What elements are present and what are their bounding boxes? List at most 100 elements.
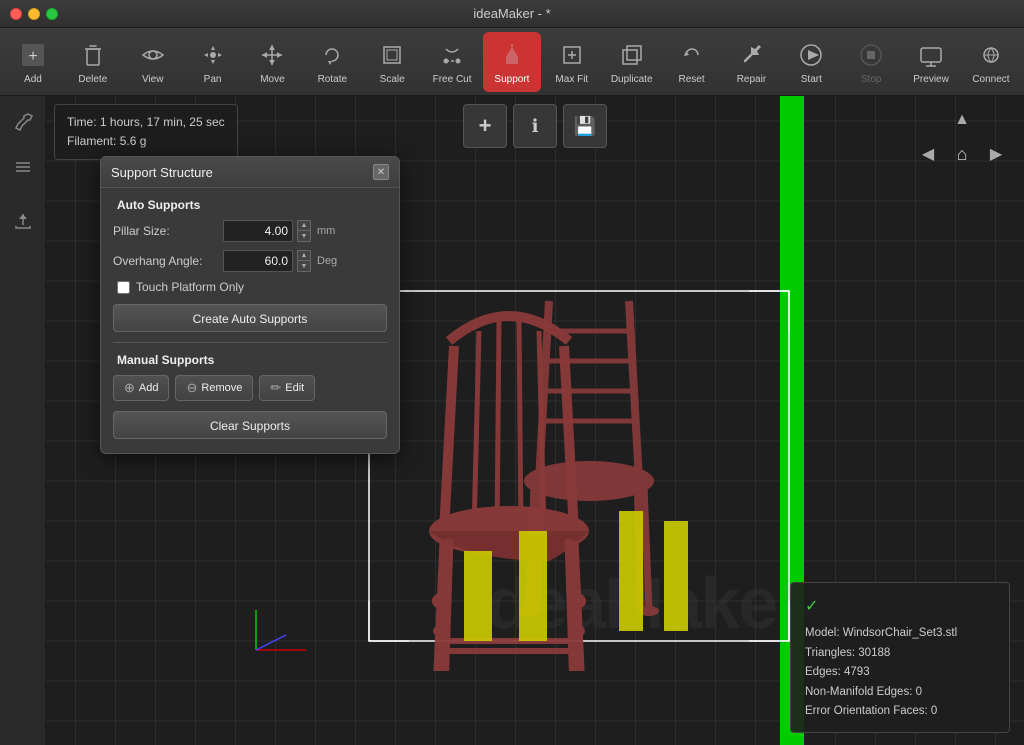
non-manifold-value: 0 xyxy=(916,686,922,698)
toolbar-view[interactable]: View xyxy=(124,32,182,92)
support-icon xyxy=(496,39,528,71)
filament-label: Filament: xyxy=(67,134,116,148)
dialog-close-button[interactable]: ✕ xyxy=(373,164,389,180)
duplicate-icon xyxy=(616,39,648,71)
manual-edit-label: Edit xyxy=(285,382,304,394)
support-dialog: Support Structure ✕ Auto Supports Pillar… xyxy=(100,156,400,454)
repair-icon xyxy=(735,39,767,71)
toolbar-start[interactable]: Start xyxy=(782,32,840,92)
manual-add-btn[interactable]: ⊕ Add xyxy=(113,375,169,401)
nav-left-arrow[interactable]: ◀ xyxy=(914,140,942,168)
toolbar-max-fit[interactable]: Max Fit xyxy=(543,32,601,92)
scale-label: Scale xyxy=(380,74,405,85)
toolbar-pan[interactable]: Pan xyxy=(184,32,242,92)
model-name-row: Model: WindsorChair_Set3.stl xyxy=(805,624,995,644)
toolbar-move[interactable]: Move xyxy=(244,32,302,92)
navigation-widget: ▲ ◀ ⌂ ▶ xyxy=(914,106,1010,170)
pillar-size-label: Pillar Size: xyxy=(113,224,223,238)
toolbar-repair[interactable]: Repair xyxy=(723,32,781,92)
clear-supports-btn[interactable]: Clear Supports xyxy=(113,411,387,439)
sidebar-list-icon[interactable] xyxy=(8,152,38,182)
toolbar-reset[interactable]: Reset xyxy=(663,32,721,92)
sidebar-wrench-icon[interactable] xyxy=(8,106,38,136)
manual-supports-title: Manual Supports xyxy=(113,353,387,367)
viewport-add-btn[interactable]: + xyxy=(463,104,507,148)
toolbar-add[interactable]: + Add xyxy=(4,32,62,92)
minimize-button[interactable] xyxy=(28,8,40,20)
pan-label: Pan xyxy=(204,74,222,85)
support-label: Support xyxy=(494,74,529,85)
overhang-row: Overhang Angle: ▲ ▼ Deg xyxy=(113,250,387,272)
pillar-size-down[interactable]: ▼ xyxy=(297,231,311,242)
manual-supports-buttons: ⊕ Add ⊖ Remove ✏ Edit xyxy=(113,375,387,401)
manual-remove-btn[interactable]: ⊖ Remove xyxy=(175,375,253,401)
sidebar-upload-icon[interactable] xyxy=(8,206,38,236)
add-label: Add xyxy=(24,74,42,85)
non-manifold-label: Non-Manifold Edges: xyxy=(805,686,912,698)
toolbar-connect[interactable]: Connect xyxy=(962,32,1020,92)
viewport-save-btn[interactable]: 💾 xyxy=(563,104,607,148)
filament-row: Filament: 5.6 g xyxy=(67,132,225,151)
overhang-down[interactable]: ▼ xyxy=(297,261,311,272)
triangles-label: Triangles: xyxy=(805,647,855,659)
start-label: Start xyxy=(801,74,822,85)
free-cut-icon xyxy=(436,39,468,71)
non-manifold-row: Non-Manifold Edges: 0 xyxy=(805,683,995,703)
start-icon xyxy=(795,39,827,71)
pan-icon xyxy=(197,39,229,71)
dialog-titlebar: Support Structure ✕ xyxy=(101,157,399,188)
error-faces-value: 0 xyxy=(931,705,937,717)
error-faces-row: Error Orientation Faces: 0 xyxy=(805,702,995,722)
main-content: ideaMaker xyxy=(0,96,1024,745)
toolbar-support[interactable]: Support xyxy=(483,32,541,92)
reset-label: Reset xyxy=(679,74,705,85)
close-x-icon: ✕ xyxy=(377,167,385,178)
viewport-info-btn[interactable]: ℹ xyxy=(513,104,557,148)
overhang-label: Overhang Angle: xyxy=(113,254,223,268)
touch-platform-checkbox[interactable] xyxy=(117,281,130,294)
manual-remove-label: Remove xyxy=(201,382,242,394)
reset-icon xyxy=(676,39,708,71)
pillar-size-up[interactable]: ▲ xyxy=(297,220,311,231)
traffic-lights xyxy=(10,8,58,20)
manual-edit-btn[interactable]: ✏ Edit xyxy=(259,375,315,401)
toolbar-rotate[interactable]: Rotate xyxy=(303,32,361,92)
error-faces-label: Error Orientation Faces: xyxy=(805,705,928,717)
toolbar-preview[interactable]: Preview xyxy=(902,32,960,92)
connect-icon xyxy=(975,39,1007,71)
nav-home-button[interactable]: ⌂ xyxy=(946,138,978,170)
rotate-icon xyxy=(316,39,348,71)
stop-label: Stop xyxy=(861,74,882,85)
toolbar-delete[interactable]: Delete xyxy=(64,32,122,92)
view-label: View xyxy=(142,74,164,85)
move-icon xyxy=(256,39,288,71)
toolbar-free-cut[interactable]: Free Cut xyxy=(423,32,481,92)
dialog-title: Support Structure xyxy=(111,165,213,180)
viewport-save-icon: 💾 xyxy=(574,116,596,137)
viewport-add-icon: + xyxy=(479,113,492,139)
pillar-size-row: Pillar Size: ▲ ▼ mm xyxy=(113,220,387,242)
triangles-value: 30188 xyxy=(858,647,890,659)
edit-pencil-icon: ✏ xyxy=(270,380,281,396)
time-label: Time: xyxy=(67,115,97,129)
nav-right-arrow[interactable]: ▶ xyxy=(982,140,1010,168)
viewport[interactable]: ideaMaker xyxy=(46,96,1024,745)
delete-label: Delete xyxy=(78,74,107,85)
svg-text:+: + xyxy=(28,48,37,65)
time-row: Time: 1 hours, 17 min, 25 sec xyxy=(67,113,225,132)
close-button[interactable] xyxy=(10,8,22,20)
toolbar-duplicate[interactable]: Duplicate xyxy=(603,32,661,92)
create-auto-supports-btn[interactable]: Create Auto Supports xyxy=(113,304,387,332)
triangles-row: Triangles: 30188 xyxy=(805,644,995,664)
toolbar-stop[interactable]: Stop xyxy=(842,32,900,92)
stop-icon xyxy=(855,39,887,71)
overhang-up[interactable]: ▲ xyxy=(297,250,311,261)
add-circle-icon: ⊕ xyxy=(124,380,135,396)
overhang-input[interactable] xyxy=(223,250,293,272)
edges-row: Edges: 4793 xyxy=(805,663,995,683)
touch-platform-label[interactable]: Touch Platform Only xyxy=(136,280,244,294)
nav-up-arrow[interactable]: ▲ xyxy=(948,106,976,134)
maximize-button[interactable] xyxy=(46,8,58,20)
pillar-size-input[interactable] xyxy=(223,220,293,242)
toolbar-scale[interactable]: Scale xyxy=(363,32,421,92)
